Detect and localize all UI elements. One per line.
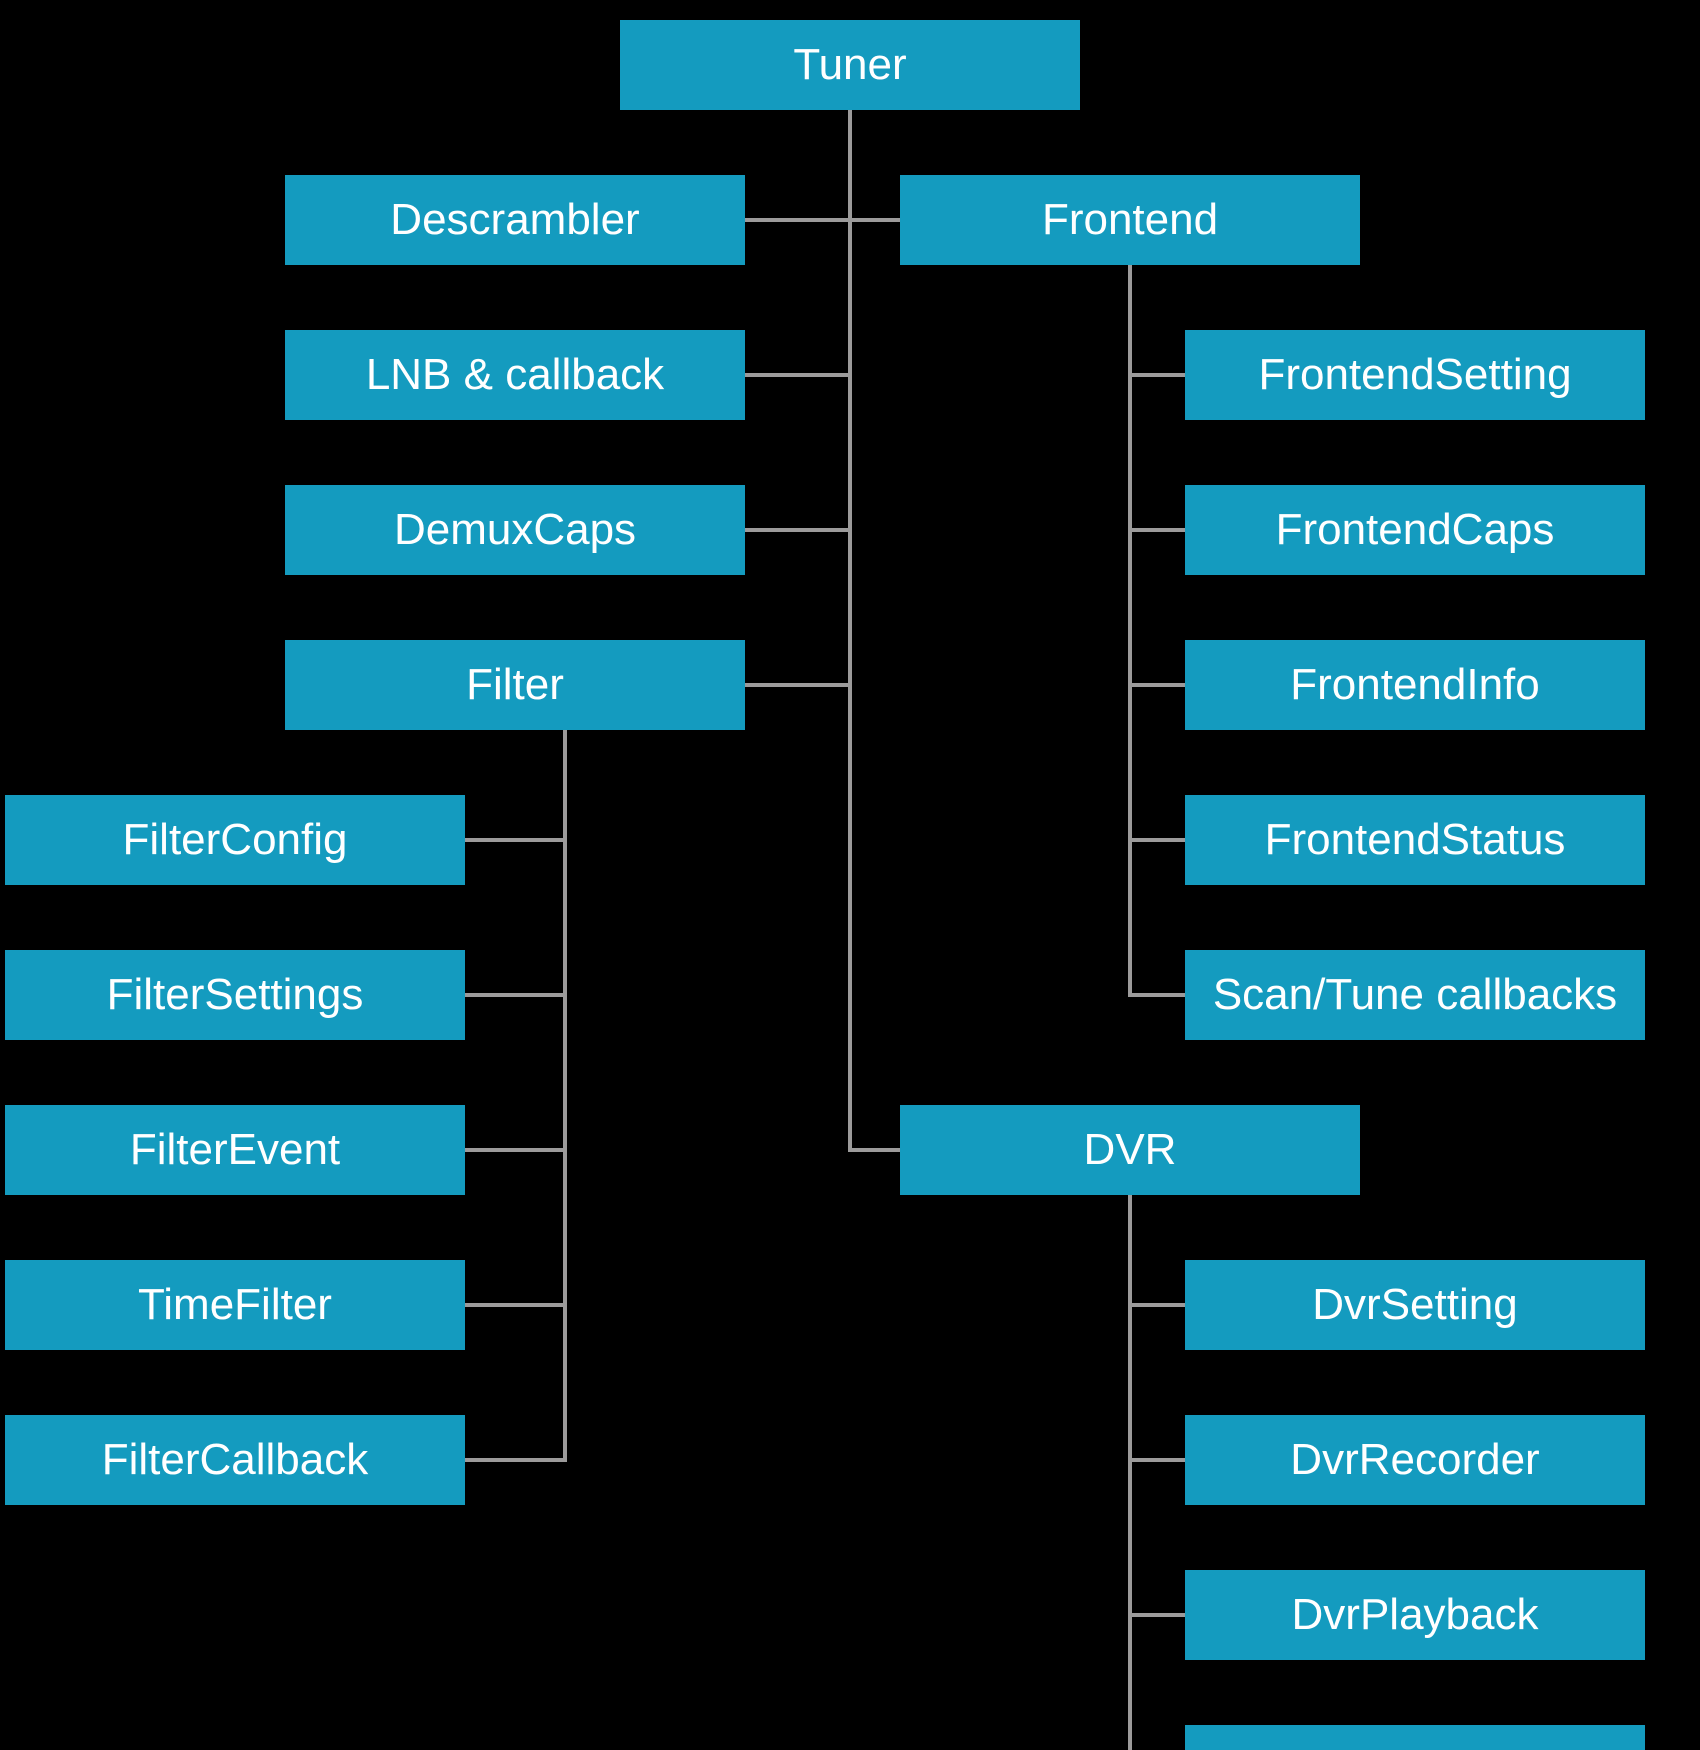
connector-line (745, 683, 852, 687)
node-label: FrontendStatus (1265, 815, 1566, 865)
node-label: DVR (1084, 1125, 1177, 1175)
connector-line (745, 373, 852, 377)
node-scan-tune-callbacks: Scan/Tune callbacks (1185, 950, 1645, 1040)
node-frontendinfo: FrontendInfo (1185, 640, 1645, 730)
connector-line (1128, 1303, 1188, 1307)
connector-line (465, 838, 567, 842)
node-filter: Filter (285, 640, 745, 730)
node-filtercallback: FilterCallback (5, 1415, 465, 1505)
node-frontend: Frontend (900, 175, 1360, 265)
node-label: Tuner (793, 40, 906, 90)
node-filterevent: FilterEvent (5, 1105, 465, 1195)
node-frontendstatus: FrontendStatus (1185, 795, 1645, 885)
node-label: FrontendCaps (1276, 505, 1555, 555)
node-frontendsetting: FrontendSetting (1185, 330, 1645, 420)
connector-line (745, 218, 852, 222)
node-label: Scan/Tune callbacks (1213, 970, 1617, 1020)
connector-line (465, 1458, 567, 1462)
connector-line (1128, 838, 1188, 842)
node-dvrrecorder: DvrRecorder (1185, 1415, 1645, 1505)
connector-line (1128, 993, 1188, 997)
connector-line (1128, 683, 1188, 687)
node-filtersettings: FilterSettings (5, 950, 465, 1040)
connector-line (1128, 528, 1188, 532)
node-label: LNB & callback (366, 350, 664, 400)
node-label: DvrRecorder (1290, 1435, 1539, 1485)
node-label: FilterCallback (102, 1435, 369, 1485)
diagram-canvas: Tuner Descrambler LNB & callback DemuxCa… (0, 0, 1700, 1750)
connector-line (848, 110, 852, 1150)
node-frontendcaps: FrontendCaps (1185, 485, 1645, 575)
node-label: DvrSetting (1312, 1280, 1517, 1330)
node-tuner: Tuner (620, 20, 1080, 110)
node-label: FilterSettings (107, 970, 364, 1020)
connector-line (1128, 1195, 1132, 1750)
connector-line (1128, 373, 1188, 377)
connector-line (465, 993, 567, 997)
node-demuxcaps: DemuxCaps (285, 485, 745, 575)
node-label: FrontendInfo (1290, 660, 1540, 710)
connector-line (465, 1303, 567, 1307)
node-lnb-callback: LNB & callback (285, 330, 745, 420)
node-label: Filter (466, 660, 564, 710)
node-timefilter: TimeFilter (5, 1260, 465, 1350)
node-label: DemuxCaps (394, 505, 636, 555)
node-label: FrontendSetting (1258, 350, 1571, 400)
node-dvrplayback: DvrPlayback (1185, 1570, 1645, 1660)
node-label: DvrCallbacks (1285, 1745, 1544, 1750)
connector-line (745, 528, 852, 532)
node-label: DvrPlayback (1292, 1590, 1539, 1640)
node-dvrsetting: DvrSetting (1185, 1260, 1645, 1350)
connector-line (848, 1148, 903, 1152)
node-label: TimeFilter (138, 1280, 332, 1330)
node-dvr: DVR (900, 1105, 1360, 1195)
connector-line (848, 218, 903, 222)
node-label: FilterConfig (123, 815, 348, 865)
node-descrambler: Descrambler (285, 175, 745, 265)
node-filterconfig: FilterConfig (5, 795, 465, 885)
connector-line (1128, 1458, 1188, 1462)
connector-line (1128, 1613, 1188, 1617)
node-label: Descrambler (390, 195, 639, 245)
connector-line (465, 1148, 567, 1152)
node-dvrcallbacks: DvrCallbacks (1185, 1725, 1645, 1750)
node-label: Frontend (1042, 195, 1218, 245)
node-label: FilterEvent (130, 1125, 340, 1175)
